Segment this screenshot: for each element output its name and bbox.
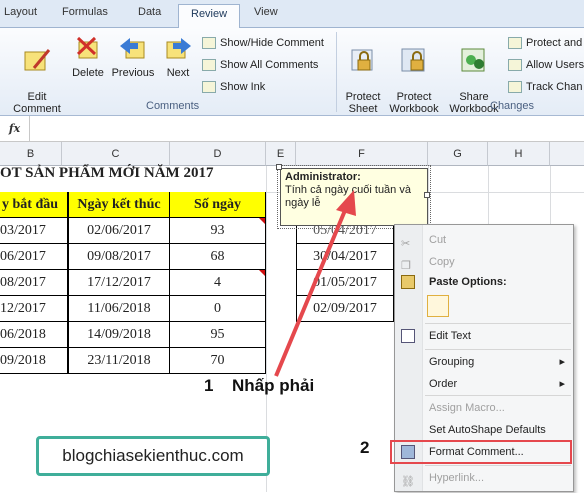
submenu-arrow-icon: ▸ [559,356,565,368]
menu-item-paste-options: Paste Options: [395,271,575,293]
watermark: blogchiasekienthuc.com [36,436,270,476]
paste-icon [401,275,415,289]
hyperlink-label: Hyperlink... [429,472,485,484]
copy-icon: ❐ [401,260,411,272]
menu-item-hyperlink[interactable]: ⛓ Hyperlink... [395,467,575,489]
menu-item-set-autoshape-defaults[interactable]: Set AutoShape Defaults [395,419,575,441]
hyperlink-icon: ⛓ [401,476,415,488]
edit-text-label: Edit Text [429,330,471,342]
menu-separator [425,323,571,324]
step-1-number: 1 [204,376,214,395]
grouping-label: Grouping [429,356,475,368]
menu-separator [425,465,571,466]
assign-macro-label: Assign Macro... [429,402,505,414]
step-2-number: 2 [360,438,370,457]
paste-clipboard-icon[interactable] [427,295,449,317]
menu-item-order[interactable]: Order ▸ [395,373,575,395]
menu-item-edit-text[interactable]: Edit Text [395,325,575,347]
menu-item-grouping[interactable]: Grouping ▸ [395,351,575,373]
menu-item-assign-macro[interactable]: Assign Macro... [395,397,575,419]
menu-item-format-comment[interactable]: Format Comment... [395,441,575,463]
set-autoshape-label: Set AutoShape Defaults [429,424,546,436]
order-label: Order [429,378,458,390]
step-1-text: Nhấp phải [232,376,315,395]
cut-label: Cut [429,234,447,246]
context-menu: ✂ Cut ❐ Copy Paste Options: Edit Text Grou… [394,224,574,492]
copy-label: Copy [429,256,455,268]
menu-item-cut[interactable]: ✂ Cut [395,229,575,251]
format-comment-icon [401,445,415,459]
submenu-arrow-icon: ▸ [559,378,565,390]
menu-item-copy[interactable]: ❐ Copy [395,251,575,273]
format-comment-label: Format Comment... [429,446,524,458]
paste-options-label: Paste Options: [429,276,507,288]
menu-separator [425,349,571,350]
menu-separator [425,395,571,396]
edit-text-icon [401,329,415,343]
cut-icon: ✂ [401,238,411,250]
